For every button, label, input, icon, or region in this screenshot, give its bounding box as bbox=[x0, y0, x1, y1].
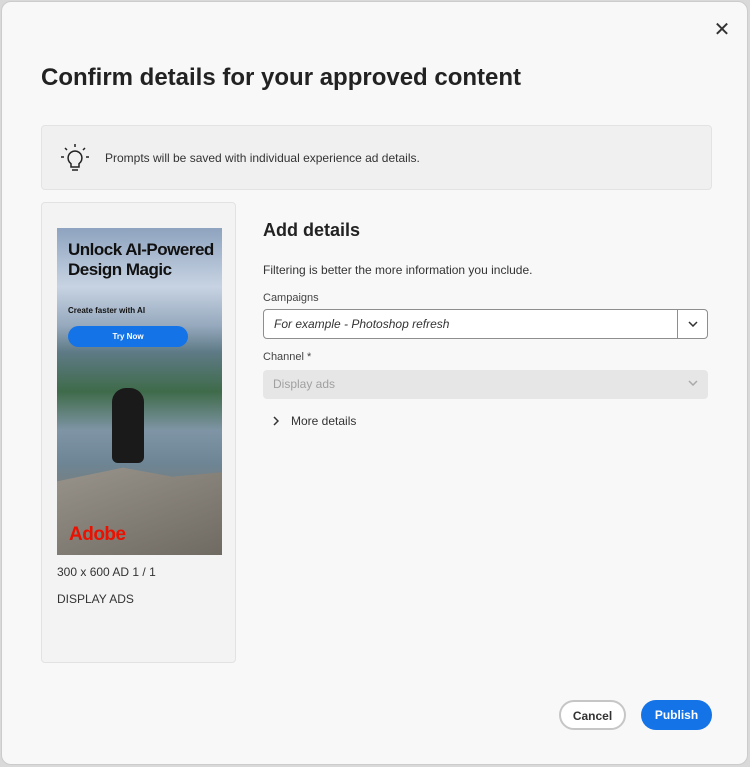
campaigns-label: Campaigns bbox=[263, 292, 319, 304]
campaigns-combobox bbox=[263, 309, 708, 339]
banner-text: Prompts will be saved with individual ex… bbox=[105, 151, 420, 165]
ad-preview-card: Unlock AI-Powered Design Magic Create fa… bbox=[41, 202, 236, 663]
channel-select[interactable]: Display ads bbox=[263, 370, 708, 399]
dialog-title: Confirm details for your approved conten… bbox=[41, 64, 522, 91]
campaigns-dropdown-button[interactable] bbox=[677, 310, 707, 338]
more-details-toggle[interactable]: More details bbox=[273, 414, 356, 428]
required-mark: * bbox=[307, 351, 312, 363]
adobe-logo: Adobe bbox=[69, 524, 126, 545]
more-details-label: More details bbox=[291, 414, 357, 428]
cancel-button[interactable]: Cancel bbox=[559, 700, 626, 730]
lightbulb-icon bbox=[61, 144, 89, 171]
channel-label: Channel * bbox=[263, 351, 311, 363]
chevron-right-icon bbox=[273, 416, 279, 426]
ad-channel: DISPLAY ADS bbox=[57, 592, 134, 606]
campaigns-input[interactable] bbox=[264, 310, 677, 338]
close-icon: ✕ bbox=[713, 19, 731, 41]
close-button[interactable]: ✕ bbox=[712, 20, 732, 40]
ad-dimensions: 300 x 600 AD 1 / 1 bbox=[57, 565, 156, 579]
ad-headline: Unlock AI-Powered Design Magic bbox=[68, 240, 214, 279]
chevron-down-icon bbox=[687, 321, 698, 327]
ad-person-figure bbox=[112, 388, 144, 463]
publish-button[interactable]: Publish bbox=[641, 700, 712, 730]
form-heading: Add details bbox=[263, 220, 361, 240]
info-banner: Prompts will be saved with individual ex… bbox=[41, 125, 712, 190]
chevron-down-icon bbox=[688, 380, 698, 386]
channel-label-text: Channel bbox=[263, 351, 304, 363]
channel-value: Display ads bbox=[273, 377, 336, 391]
ad-subhead: Create faster with AI bbox=[68, 306, 146, 315]
form-description: Filtering is better the more information… bbox=[263, 263, 533, 277]
confirm-dialog: ✕ Confirm details for your approved cont… bbox=[1, 1, 748, 765]
ad-preview-image: Unlock AI-Powered Design Magic Create fa… bbox=[57, 228, 222, 555]
ad-cta: Try Now bbox=[68, 326, 188, 347]
